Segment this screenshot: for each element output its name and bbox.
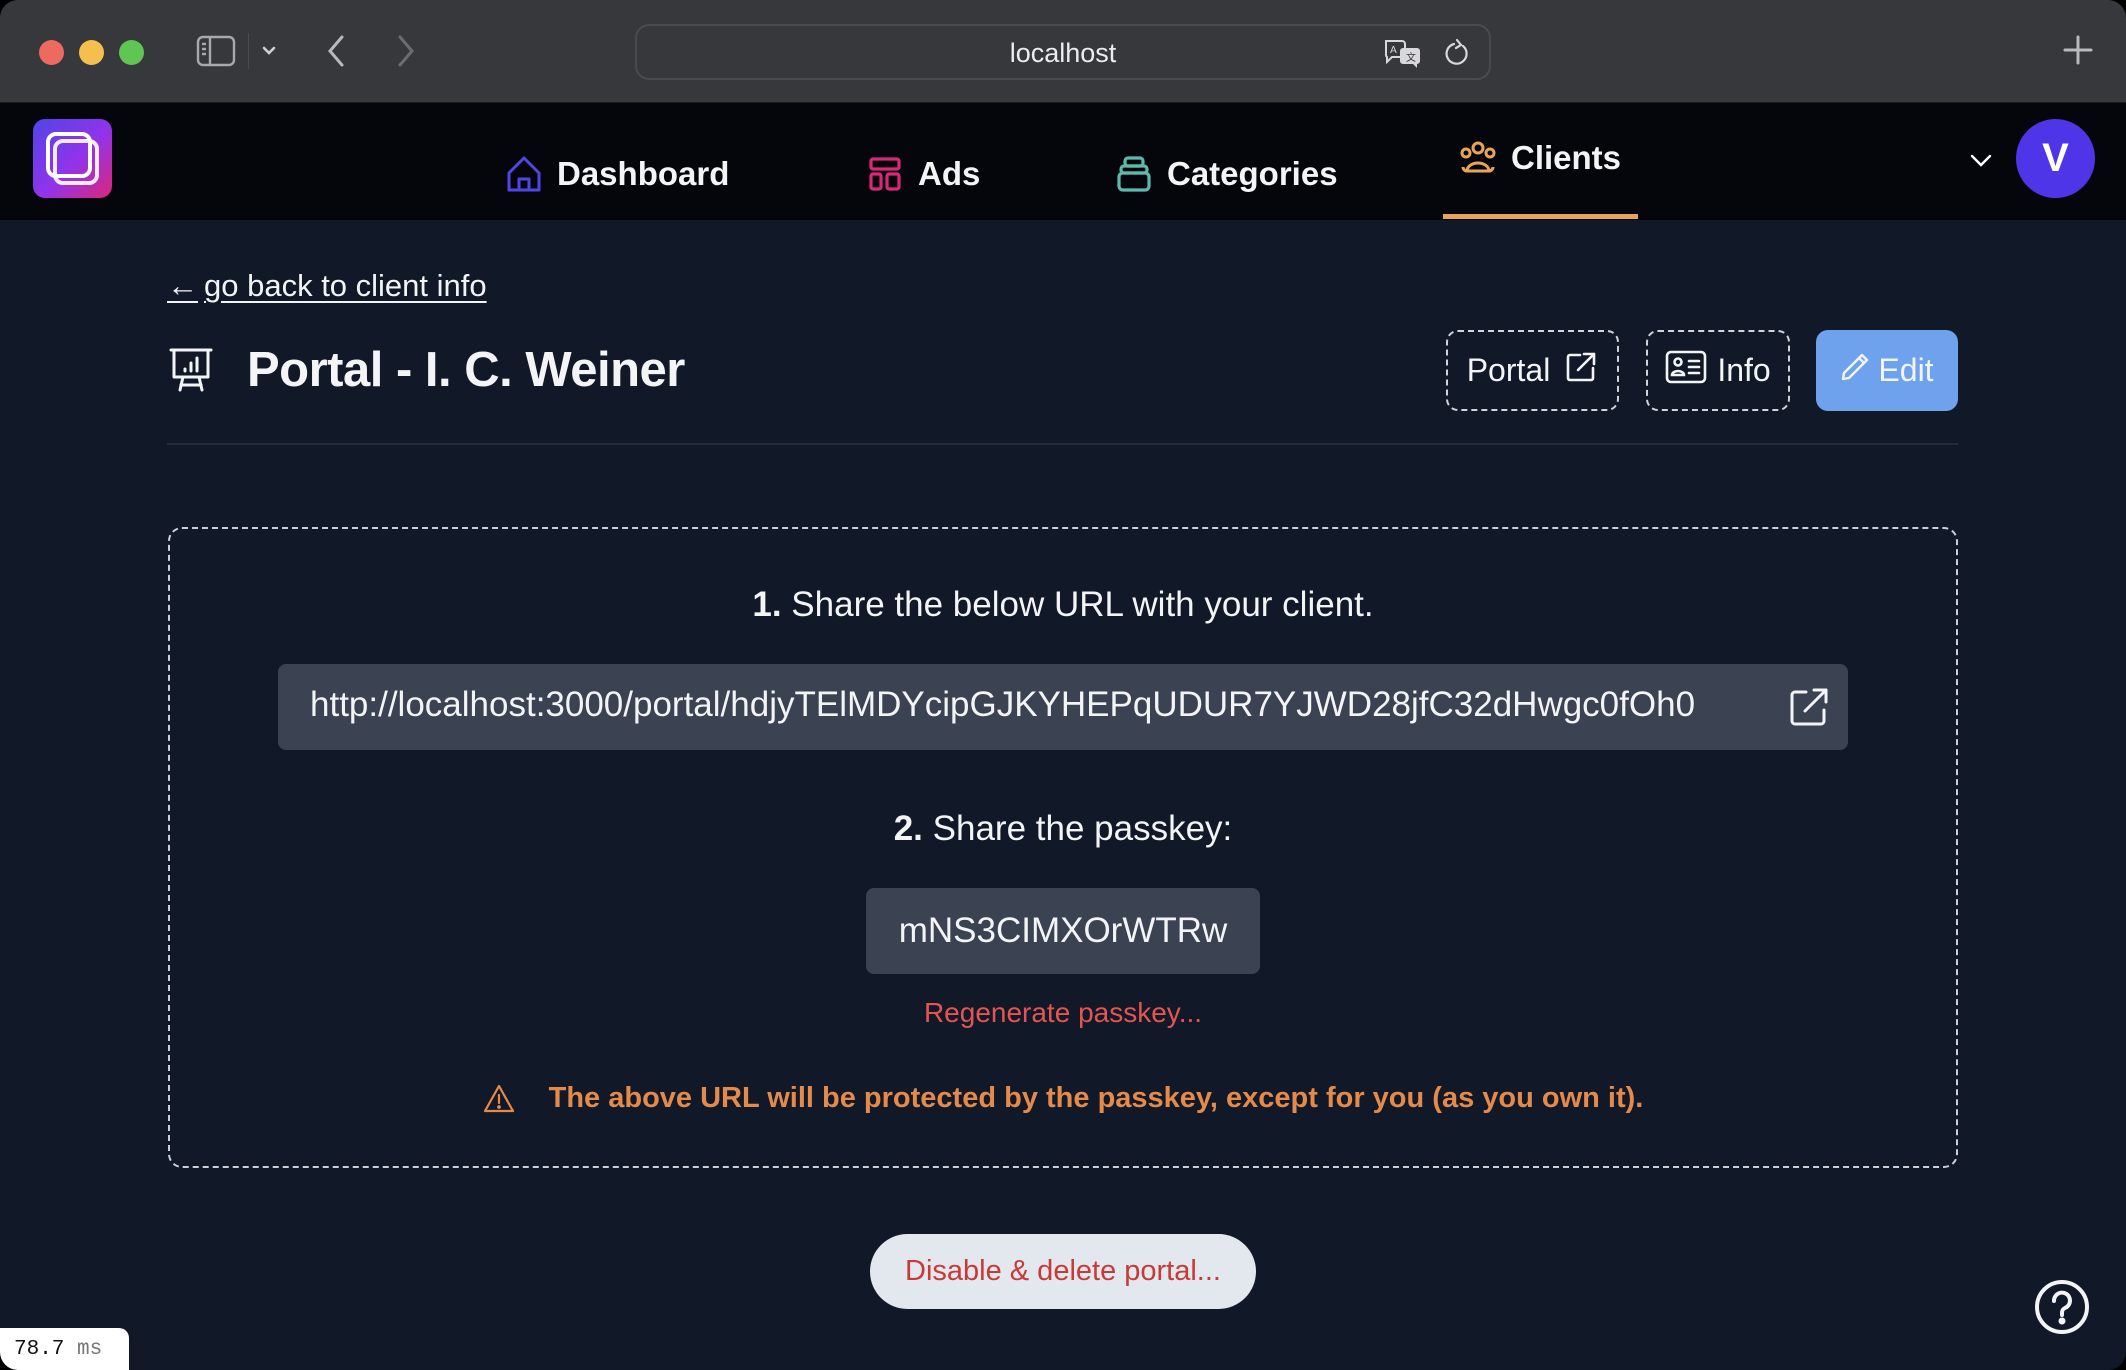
presentation-chart-icon [169, 347, 213, 393]
info-button-label: Info [1717, 352, 1771, 388]
step-text: Share the passkey: [932, 809, 1233, 848]
archive-box-icon [1115, 155, 1153, 193]
nav-label: Clients [1511, 138, 1622, 176]
disable-delete-portal-button[interactable]: Disable & delete portal... [870, 1234, 1256, 1309]
id-card-icon [1665, 350, 1707, 392]
regenerate-passkey-link[interactable]: Regenerate passkey... [170, 997, 1956, 1029]
nav-label: Ads [918, 154, 981, 192]
sidebar-toggle-icon[interactable] [196, 35, 236, 67]
close-window-button[interactable] [39, 40, 64, 65]
question-circle-icon[interactable] [2034, 1279, 2090, 1335]
arrow-left-icon: ← [167, 268, 198, 303]
browser-window: localhost A 文 Dashboard Ads Categories C… [0, 0, 2126, 1370]
reload-icon[interactable] [1443, 38, 1471, 68]
timing-value: 78.7 [14, 1338, 65, 1361]
back-link-label: go back to client info [204, 268, 487, 303]
portal-share-panel: 1. Share the below URL with your client.… [168, 527, 1958, 1168]
home-icon [505, 155, 543, 193]
render-timing-badge: 78.7 ms [0, 1328, 129, 1370]
nav-item-dashboard[interactable]: Dashboard [505, 115, 729, 232]
client-info-button[interactable]: Info [1646, 330, 1790, 411]
passkey-warning: The above URL will be protected by the p… [170, 1082, 1956, 1115]
nav-item-categories[interactable]: Categories [1115, 115, 1338, 232]
nav-item-ads[interactable]: Ads [866, 115, 980, 232]
pencil-icon [1840, 352, 1870, 390]
portal-url-field[interactable]: http://localhost:3000/portal/hdjyTElMDYc… [278, 664, 1848, 750]
warning-triangle-icon [483, 1083, 515, 1115]
chevron-down-icon[interactable] [258, 38, 280, 64]
step-text: Share the below URL with your client. [791, 585, 1374, 624]
active-tab-indicator [1443, 214, 1638, 219]
external-link-icon [1564, 350, 1598, 392]
browser-toolbar: localhost A 文 [0, 0, 2126, 103]
step-1-heading: 1. Share the below URL with your client. [170, 585, 1956, 625]
portal-button-label: Portal [1466, 352, 1551, 388]
layout-icon [866, 155, 904, 193]
user-menu-chevron-icon[interactable] [1968, 147, 1994, 173]
portal-url-value[interactable]: http://localhost:3000/portal/hdjyTElMDYc… [310, 685, 1695, 725]
edit-button-label: Edit [1878, 352, 1934, 388]
translate-icon[interactable]: A 文 [1383, 38, 1423, 68]
nav-label: Categories [1167, 154, 1338, 192]
app-logo[interactable] [33, 119, 112, 198]
svg-text:A: A [1390, 45, 1397, 56]
passkey-value[interactable]: mNS3CIMXOrWTRw [866, 888, 1260, 974]
avatar[interactable]: V [2016, 119, 2095, 198]
timing-unit: ms [77, 1338, 103, 1361]
back-arrow-icon[interactable] [320, 33, 352, 69]
header-divider [167, 443, 1958, 445]
step-2-heading: 2. Share the passkey: [170, 809, 1956, 849]
address-text[interactable]: localhost [637, 38, 1489, 69]
svg-text:文: 文 [1406, 51, 1416, 64]
page-title: Portal - I. C. Weiner [247, 343, 685, 397]
toolbar-separator [248, 33, 249, 69]
edit-button[interactable]: Edit [1816, 330, 1958, 411]
nav-label: Dashboard [557, 154, 730, 192]
nav-item-clients[interactable]: Clients [1443, 99, 1638, 216]
maximize-window-button[interactable] [119, 40, 144, 65]
open-portal-button[interactable]: Portal [1446, 330, 1619, 411]
users-group-icon [1459, 139, 1497, 177]
back-to-client-info-link[interactable]: ← go back to client info [167, 268, 487, 304]
address-bar[interactable]: localhost A 文 [635, 24, 1491, 80]
open-url-external-link-icon[interactable] [1786, 684, 1832, 730]
step-number: 2. [893, 809, 923, 848]
step-number: 1. [752, 585, 782, 624]
minimize-window-button[interactable] [79, 40, 104, 65]
forward-arrow-icon[interactable] [390, 33, 422, 69]
new-tab-plus-icon[interactable] [2058, 30, 2098, 70]
warning-text: The above URL will be protected by the p… [548, 1082, 1644, 1114]
app-navbar: Dashboard Ads Categories Clients V [0, 103, 2126, 220]
